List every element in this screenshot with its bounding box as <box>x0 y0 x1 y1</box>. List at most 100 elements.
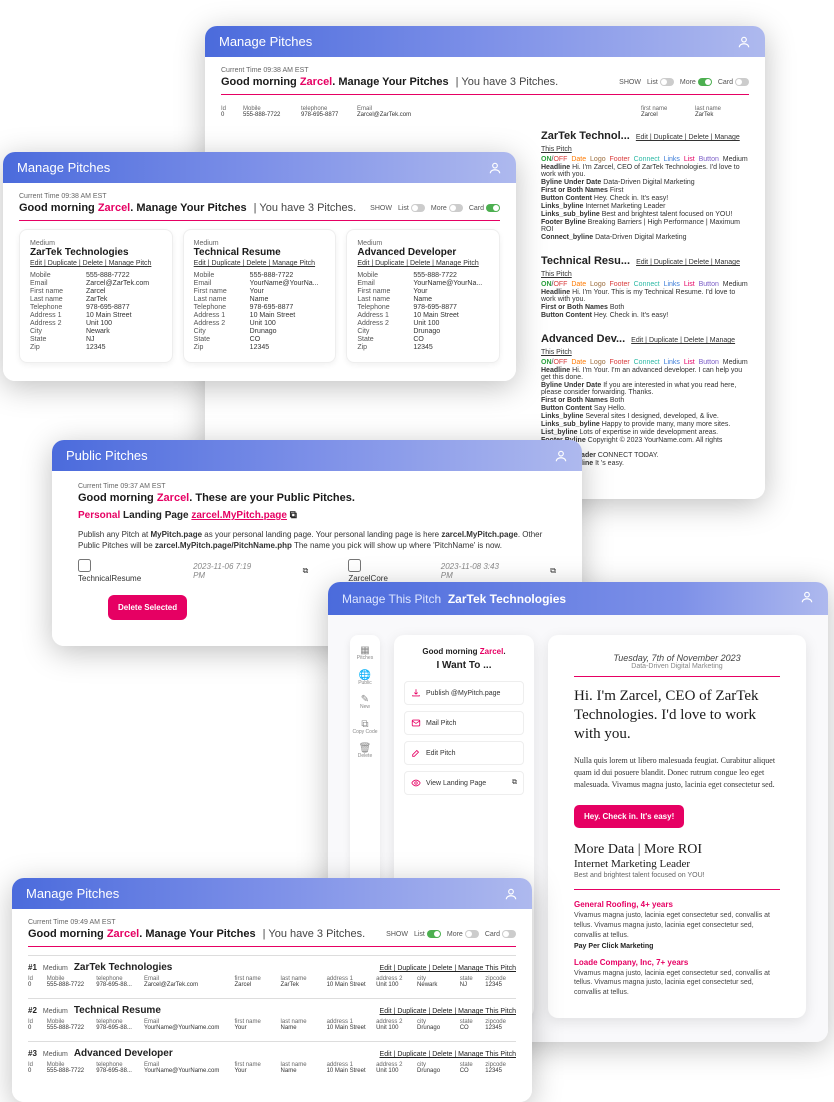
card-row: Mobile555-888-7722 <box>30 272 162 279</box>
toggle-list[interactable]: List <box>647 78 674 86</box>
card-row: First nameYour <box>194 288 326 295</box>
panel-title: Manage Pitches <box>219 34 312 49</box>
list-item-actions[interactable]: Edit | Duplicate | Delete | Manage This … <box>380 1051 516 1058</box>
pitch-card: MediumTechnical ResumeEdit | Duplicate |… <box>183 229 337 363</box>
current-time: Current Time 09:38 AM EST <box>19 193 500 200</box>
opt-mail-pitch[interactable]: Mail Pitch <box>404 711 524 735</box>
greeting: Good morning Zarcel. Manage Your Pitches… <box>221 76 558 88</box>
pill-row: ON/OFF Date Logo Footer Connect Links Li… <box>541 359 749 366</box>
list-item-actions[interactable]: Edit | Duplicate | Delete | Manage This … <box>380 1008 516 1015</box>
toggle-card[interactable]: Card <box>718 78 749 86</box>
card-row: Last nameName <box>357 296 489 303</box>
field-line: List_byline Lots of expertise in wide de… <box>541 429 749 436</box>
current-time: Current Time 09:38 AM EST <box>221 67 749 74</box>
job-desc-1: Vivamus magna justo, lacinia eget consec… <box>574 911 780 940</box>
view-toggle: SHOW List More Card <box>370 204 500 212</box>
copy-icon[interactable]: ⧉ <box>550 566 556 576</box>
user-icon[interactable] <box>554 449 568 463</box>
toggle-more[interactable]: More <box>680 78 712 86</box>
opt-edit-pitch[interactable]: Edit Pitch <box>404 741 524 765</box>
field-line: Headline Hi. I'm Your. This is my Techni… <box>541 289 749 303</box>
card-row: StateNJ <box>30 336 162 343</box>
card-row: Last nameZarTek <box>30 296 162 303</box>
card-row: Zip12345 <box>30 344 162 351</box>
preview-h2: More Data | More ROI <box>574 842 780 858</box>
greeting: Good morning Zarcel. Manage Your Pitches… <box>28 928 365 940</box>
card-row: Last nameName <box>194 296 326 303</box>
card-row: CityDrunago <box>194 328 326 335</box>
checkbox-zarcelcore[interactable] <box>348 559 361 572</box>
card-row: Address 110 Main Street <box>194 312 326 319</box>
card-row: First nameYour <box>357 288 489 295</box>
toggle-more[interactable]: More <box>431 204 463 212</box>
manage-pitches-list-panel: Manage Pitches Current Time 09:49 AM EST… <box>12 878 532 1102</box>
list-item: #2MediumTechnical ResumeEdit | Duplicate… <box>28 998 516 1031</box>
pitch-check-row: TechnicalResume 2023-11-06 7:19 PM⧉ Zarc… <box>78 559 556 583</box>
field-line: Footer Byline Breaking Barriers | High P… <box>541 219 749 233</box>
field-line: Button Content Hey. Check in. It's easy! <box>541 312 749 319</box>
cta-button[interactable]: Hey. Check in. It's easy! <box>574 805 684 828</box>
user-icon[interactable] <box>737 35 751 49</box>
landing-url-link[interactable]: zarcel.MyPitch.page <box>191 510 287 521</box>
field-line: Links_sub_byline Best and brightest tale… <box>541 211 749 218</box>
card-actions[interactable]: Edit | Duplicate | Delete | Manage Pitch <box>30 260 162 267</box>
panel-title: Public Pitches <box>66 448 148 463</box>
card-actions[interactable]: Edit | Duplicate | Delete | Manage Pitch <box>357 260 489 267</box>
card-row: First nameZarcel <box>30 288 162 295</box>
card-row: Address 110 Main Street <box>30 312 162 319</box>
job-tag-1: Pay Per Click Marketing <box>574 943 780 950</box>
list-item: #1MediumZarTek TechnologiesEdit | Duplic… <box>28 955 516 988</box>
nav-new[interactable]: ✎New <box>360 694 370 711</box>
field-line: Headline Hi. I'm Zarcel, CEO of ZarTek T… <box>541 164 749 178</box>
copy-icon[interactable]: ⧉ <box>290 510 297 521</box>
panel-title: Manage Pitches <box>17 160 110 175</box>
user-icon[interactable] <box>800 590 814 607</box>
view-toggle: SHOW List More Card <box>619 78 749 86</box>
panel-header: Manage Pitches <box>205 26 765 57</box>
list-item-actions[interactable]: Edit | Duplicate | Delete | Manage This … <box>380 965 516 972</box>
card-row: Address 2Unit 100 <box>194 320 326 327</box>
greeting: Good morning Zarcel. <box>404 647 524 656</box>
card-title: Advanced Developer <box>357 247 489 258</box>
nav-delete[interactable]: 🗑Delete <box>358 743 372 760</box>
card-row: Zip12345 <box>194 344 326 351</box>
toggle-more[interactable]: More <box>447 930 479 938</box>
toggle-card[interactable]: Card <box>485 930 516 938</box>
card-row: Telephone978-695-8877 <box>30 304 162 311</box>
preview-tagline: Data-Driven Digital Marketing <box>574 663 780 670</box>
more-item: Technical Resu...Edit | Duplicate | Dele… <box>541 255 749 319</box>
user-icon[interactable] <box>488 161 502 175</box>
current-time: Current Time 09:49 AM EST <box>28 919 516 926</box>
card-medium: Medium <box>357 240 489 247</box>
preview-h3: Internet Marketing Leader <box>574 858 780 870</box>
card-row: Address 2Unit 100 <box>30 320 162 327</box>
item-title: Advanced Dev... <box>541 333 625 345</box>
card-row: CityDrunago <box>357 328 489 335</box>
view-toggle: SHOW List More Card <box>386 930 516 938</box>
card-actions[interactable]: Edit | Duplicate | Delete | Manage Pitch <box>194 260 326 267</box>
opt-view-landing-page[interactable]: View Landing Page⧉ <box>404 771 524 795</box>
card-row: Mobile555-888-7722 <box>357 272 489 279</box>
delete-selected-button[interactable]: Delete Selected <box>108 595 187 620</box>
card-title: ZarTek Technologies <box>30 247 162 258</box>
toggle-list[interactable]: List <box>414 930 441 938</box>
toggle-card[interactable]: Card <box>469 204 500 212</box>
opt-publish-mypitch-page[interactable]: Publish @MyPitch.page <box>404 681 524 705</box>
nav-public[interactable]: 🌐Public <box>358 670 372 687</box>
greeting: Good morning Zarcel. Manage Your Pitches… <box>19 202 356 214</box>
copy-icon[interactable]: ⧉ <box>303 566 309 576</box>
card-row: Zip12345 <box>357 344 489 351</box>
card-row: Address 2Unit 100 <box>357 320 489 327</box>
checkbox-technicalresume[interactable] <box>78 559 91 572</box>
user-icon[interactable] <box>504 887 518 901</box>
field-line: Headline Hi. I'm Your. I'm an advanced d… <box>541 367 749 381</box>
pitch-card: MediumAdvanced Developer Edit | Duplicate… <box>346 229 500 363</box>
card-row: StateCO <box>357 336 489 343</box>
card-medium: Medium <box>194 240 326 247</box>
nav-copy-code[interactable]: ⧉Copy Code <box>352 719 377 736</box>
field-line: First or Both Names Both <box>541 397 749 404</box>
item-title: ZarTek Technol... <box>541 130 630 142</box>
toggle-list[interactable]: List <box>398 204 425 212</box>
nav-pitches[interactable]: ▦Pitches <box>357 645 373 662</box>
list-item-title: Technical Resume <box>74 1005 161 1016</box>
